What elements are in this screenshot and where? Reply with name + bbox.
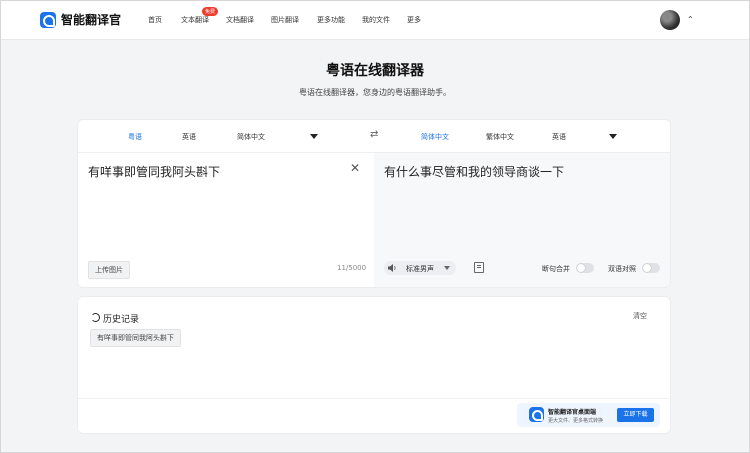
desktop-app-icon [529, 407, 544, 422]
target-lang-english[interactable]: 英语 [552, 132, 566, 142]
history-item[interactable]: 有咩事即管同我阿头斟下 [90, 329, 181, 347]
history-title: 历史记录 [103, 315, 140, 325]
history-card: 历史记录 清空 有咩事即管同我阿头斟下 智能翻译官桌面端 更大文件、更多格式转换… [77, 296, 671, 434]
target-text: 有什么事尽管和我的领导商谈一下 [384, 165, 565, 179]
history-icon [91, 313, 100, 322]
avatar[interactable] [660, 10, 680, 30]
source-text-input[interactable]: 有咩事即管同我阿头斟下 [88, 163, 220, 180]
nav-more[interactable]: 更多 [407, 15, 421, 25]
nav-text-translate[interactable]: 文本翻译 [181, 15, 209, 25]
source-lang-english[interactable]: 英语 [182, 132, 196, 142]
speaker-icon [388, 264, 396, 272]
divider [78, 398, 670, 399]
target-panel: 有什么事尽管和我的领导商谈一下 标准男声 断句合并 双语对照 [374, 153, 670, 287]
source-lang-simplified[interactable]: 简体中文 [237, 132, 265, 142]
nav-home[interactable]: 首页 [148, 15, 162, 25]
clear-icon[interactable]: ✕ [350, 161, 360, 175]
sentence-merge-label: 断句合并 [542, 265, 570, 273]
nav-my-files[interactable]: 我的文件 [362, 15, 390, 25]
bilingual-label: 双语对照 [608, 265, 636, 273]
target-lang-dropdown-icon[interactable] [609, 134, 617, 139]
voice-label: 标准男声 [406, 265, 434, 273]
top-nav: 智能翻译官 首页 文本翻译 免费 文档翻译 图片翻译 更多功能 我的文件 更多 … [1, 1, 749, 40]
swap-languages-icon[interactable]: ⇄ [370, 129, 378, 140]
promo-title: 智能翻译官桌面端 [548, 409, 597, 416]
source-panel[interactable]: 有咩事即管同我阿头斟下 ✕ 上传图片 11/5000 [78, 153, 374, 287]
nav-image-translate[interactable]: 图片翻译 [271, 15, 299, 25]
target-lang-traditional[interactable]: 繁体中文 [486, 132, 514, 142]
translator-card: 粤语 英语 简体中文 ⇄ 简体中文 繁体中文 英语 有咩事即管同我阿头斟下 ✕ … [77, 119, 671, 288]
chevron-up-icon[interactable]: ⌃ [687, 15, 694, 24]
download-button[interactable]: 立即下载 [617, 408, 654, 422]
chevron-down-icon [444, 266, 450, 270]
target-lang-simplified[interactable]: 简体中文 [421, 132, 449, 142]
copy-icon[interactable] [474, 262, 484, 273]
nav-doc-translate[interactable]: 文档翻译 [226, 15, 254, 25]
page-subtitle: 粤语在线翻译器，您身边的粤语翻译助手。 [299, 88, 451, 97]
bilingual-toggle[interactable] [642, 263, 660, 273]
clear-history-button[interactable]: 清空 [633, 311, 647, 321]
char-count: 11/5000 [337, 264, 367, 272]
brand[interactable]: 智能翻译官 [40, 11, 121, 28]
promo-subtitle: 更大文件、更多格式转换 [548, 418, 604, 424]
brand-name: 智能翻译官 [61, 13, 122, 27]
app-logo-icon [40, 11, 56, 28]
free-badge: 免费 [202, 7, 219, 16]
page-title: 粤语在线翻译器 [326, 63, 424, 79]
upload-image-button[interactable]: 上传图片 [88, 261, 130, 279]
sentence-merge-toggle[interactable] [576, 263, 594, 273]
desktop-promo: 智能翻译官桌面端 更大文件、更多格式转换 立即下载 [517, 403, 660, 427]
source-lang-dropdown-icon[interactable] [310, 134, 318, 139]
voice-select[interactable]: 标准男声 [384, 261, 456, 275]
source-lang-cantonese[interactable]: 粤语 [128, 132, 142, 142]
nav-more-features[interactable]: 更多功能 [317, 15, 345, 25]
